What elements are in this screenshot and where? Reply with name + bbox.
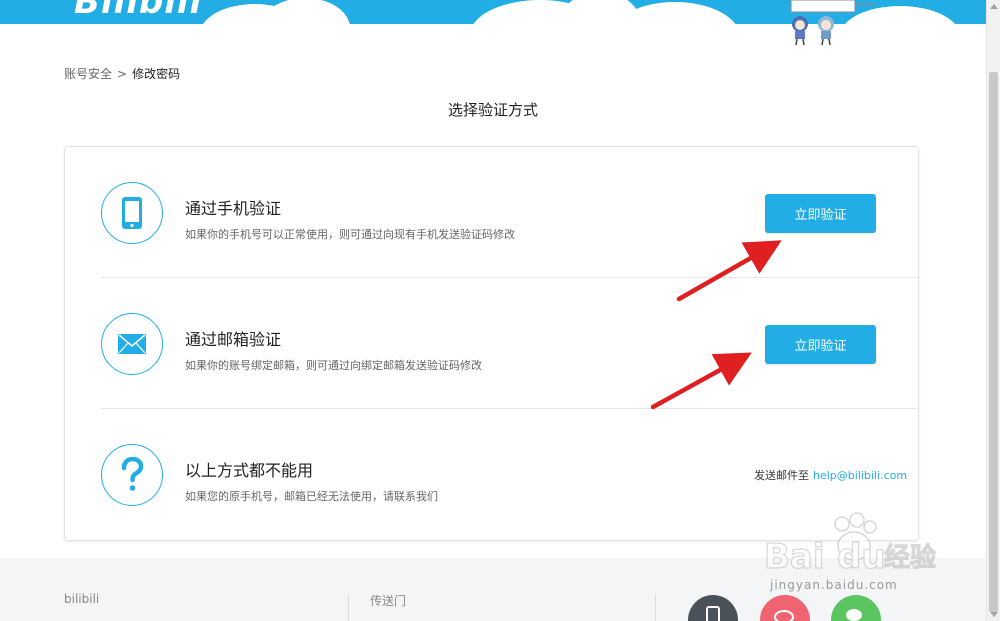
- breadcrumb-account-security[interactable]: 账号安全: [64, 67, 112, 81]
- footer-portal[interactable]: 传送门: [370, 592, 406, 609]
- question-icon: [101, 444, 163, 506]
- contact-label: 发送邮件至: [754, 469, 809, 482]
- svg-text:经验: 经验: [884, 542, 936, 573]
- phone-icon: [101, 182, 163, 244]
- option-email: 通过邮箱验证 如果你的账号绑定邮箱，则可通过向绑定邮箱发送验证码修改 立即验证: [101, 278, 919, 409]
- footer-divider: [348, 594, 349, 621]
- option-title: 通过邮箱验证: [185, 330, 282, 349]
- verify-phone-button[interactable]: 立即验证: [765, 194, 876, 233]
- option-title: 以上方式都不能用: [185, 461, 314, 480]
- footer-divider: [655, 594, 656, 621]
- contact-info: 发送邮件至 help@bilibili.com: [754, 467, 907, 483]
- breadcrumb-separator: >: [117, 67, 128, 81]
- breadcrumb-current: 修改密码: [132, 67, 181, 81]
- footer-bilibili[interactable]: bilibili: [64, 592, 99, 606]
- option-title: 通过手机验证: [185, 199, 282, 218]
- verification-options-card: 通过手机验证 如果你的手机号可以正常使用，则可通过向现有手机发送验证码修改 立即…: [64, 146, 919, 541]
- vertical-scrollbar[interactable]: [986, 0, 1000, 621]
- option-description: 如果你的账号绑定邮箱，则可通过向绑定邮箱发送验证码修改: [185, 359, 482, 372]
- breadcrumb: 账号安全 > 修改密码: [64, 65, 180, 82]
- svg-text:Bai: Bai: [764, 537, 825, 577]
- verify-email-button[interactable]: 立即验证: [765, 325, 876, 364]
- page-title: 选择验证方式: [447, 101, 538, 119]
- contact-email-link[interactable]: help@bilibili.com: [813, 469, 907, 482]
- option-description: 如果您的原手机号，邮箱已经无法使用，请联系我们: [185, 490, 438, 503]
- mail-icon: [101, 313, 163, 375]
- scroll-thumb[interactable]: [989, 72, 998, 612]
- watermark-url: jingyan.baidu.com: [770, 578, 898, 592]
- banner-cloud: [260, 0, 350, 24]
- bilibili-logo[interactable]: Bilibili: [74, 0, 202, 22]
- option-phone: 通过手机验证 如果你的手机号可以正常使用，则可通过向现有手机发送验证码修改 立即…: [101, 147, 919, 278]
- svg-text:du: du: [837, 537, 886, 577]
- mascot-icon: [790, 0, 875, 46]
- scroll-down-arrow-icon[interactable]: [990, 612, 998, 617]
- option-description: 如果你的手机号可以正常使用，则可通过向现有手机发送验证码修改: [185, 228, 515, 241]
- scroll-up-arrow-icon[interactable]: [990, 4, 998, 9]
- app-download-icon[interactable]: [688, 595, 738, 621]
